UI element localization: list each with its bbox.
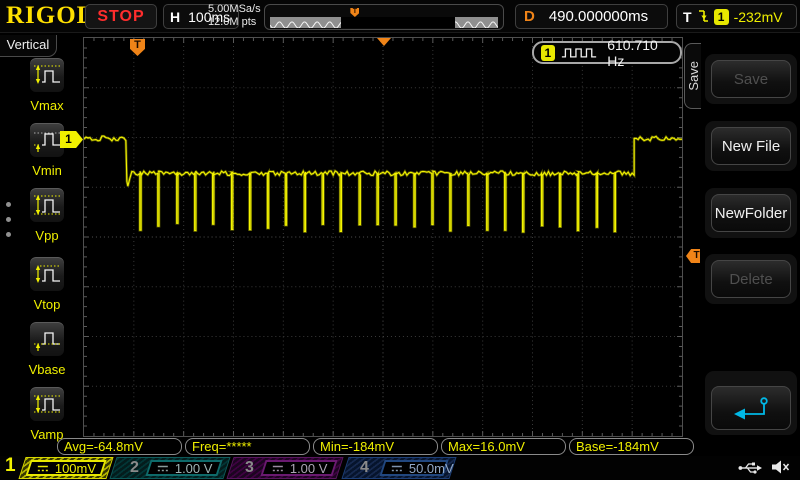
preview-screen-window [341, 17, 455, 28]
vmin-icon [32, 127, 62, 153]
ch4-scale-box: 50.0mV [379, 460, 448, 476]
dc-coupling-icon [157, 464, 169, 473]
vtop-icon [32, 261, 62, 287]
oscilloscope-graticule [84, 38, 682, 436]
ch1-level-marker[interactable]: 1 [60, 131, 83, 148]
dc-coupling-icon [272, 464, 284, 473]
ch1-number: 1 [5, 455, 16, 477]
trigger-position-triangle-icon[interactable] [377, 38, 391, 46]
save-button[interactable]: Save [711, 60, 791, 98]
vpp-icon [32, 192, 62, 218]
sample-rate: 5.00MSa/s [208, 3, 268, 16]
waveform-position-preview[interactable]: T [264, 4, 504, 30]
usb-icon [738, 460, 762, 475]
measure-label-vmax: Vmax [24, 98, 70, 113]
channel-1-status[interactable]: 100mV [18, 457, 113, 479]
save-menu-tab-label: Save [686, 61, 701, 91]
ch4-number: 4 [360, 459, 369, 477]
preview-memory-bar [270, 17, 498, 28]
measure-label-vpp: Vpp [24, 228, 70, 243]
vmax-icon [32, 62, 62, 88]
measurement-base: Base=-184mV [569, 438, 694, 455]
save-menu-panel: Save Save New File NewFolder Delete [700, 33, 800, 456]
measure-item-vpp[interactable] [29, 187, 65, 223]
ch3-number: 3 [245, 459, 254, 477]
freq-counter-value: 610.710 Hz [607, 37, 673, 69]
preview-trigger-flag-icon: T [350, 8, 359, 17]
ch1-scale-box: 100mV [25, 460, 106, 476]
measure-label-vbase: Vbase [24, 362, 70, 377]
measure-item-vbase[interactable] [29, 321, 65, 357]
frequency-counter: 1 610.710 Hz [532, 41, 682, 64]
memory-depth: 12.0M pts [208, 16, 268, 29]
measure-item-vamp[interactable] [29, 386, 65, 422]
ch2-scale-box: 1.00 V [145, 460, 222, 476]
ch2-number: 2 [130, 459, 139, 477]
measure-item-vmax[interactable] [29, 57, 65, 93]
ch1-scale: 100mV [55, 461, 96, 476]
trigger-source-badge: 1 [714, 9, 729, 25]
page-dot [6, 217, 11, 222]
measurement-avg: Avg=-64.8mV [57, 438, 182, 455]
channel-4-status[interactable]: 4 50.0mV [341, 457, 456, 479]
measure-menu-panel: Vertical Vmax Vmin Vpp [0, 33, 58, 456]
measure-label-vmin: Vmin [24, 163, 70, 178]
measure-item-vmin[interactable] [29, 122, 65, 158]
measurement-freq: Freq=***** [185, 438, 310, 455]
back-button[interactable] [711, 386, 791, 430]
trigger-level-value: -232mV [734, 9, 783, 25]
page-dot [6, 202, 11, 207]
vbase-icon [32, 326, 62, 352]
run-stop-status[interactable]: STOP [85, 4, 157, 29]
new-file-button[interactable]: New File [711, 127, 791, 165]
ch3-scale: 1.00 V [290, 461, 328, 476]
brand-logo: RIGOL [6, 2, 94, 30]
measurement-min: Min=-184mV [313, 438, 438, 455]
top-status-bar: RIGOL STOP H 100ms 5.00MSa/s 12.0M pts T… [0, 0, 800, 33]
acquisition-info: 5.00MSa/s 12.0M pts [208, 3, 268, 29]
square-wave-icon [561, 45, 601, 60]
dc-coupling-icon [391, 464, 403, 473]
ch4-scale: 50.0mV [409, 461, 454, 476]
measure-item-vtop[interactable] [29, 256, 65, 292]
delay-value: 490.000000ms [549, 8, 648, 25]
speaker-muted-icon [770, 459, 790, 475]
delay-label: D [524, 8, 535, 25]
vamp-icon [32, 391, 62, 417]
channel-status-bar: 1 100mV 2 1.00 V 3 [0, 456, 800, 480]
measurement-max: Max=16.0mV [441, 438, 566, 455]
ch3-scale-box: 1.00 V [260, 460, 337, 476]
ch2-scale: 1.00 V [175, 461, 213, 476]
trigger-label: T [683, 9, 692, 25]
waveform-display-grid [83, 37, 683, 437]
page-dot [6, 232, 11, 237]
freq-counter-channel-badge: 1 [541, 45, 555, 61]
delete-button[interactable]: Delete [711, 260, 791, 298]
falling-edge-icon [697, 8, 709, 25]
save-menu-tab: Save [684, 43, 701, 109]
system-status-icons [738, 459, 790, 475]
h-label: H [170, 9, 180, 25]
trigger-status-box[interactable]: T 1 -232mV [676, 4, 797, 29]
channel-2-status[interactable]: 2 1.00 V [109, 457, 230, 479]
dc-coupling-icon [37, 464, 49, 473]
trigger-delay-box[interactable]: D 490.000000ms [515, 4, 668, 29]
measure-label-vtop: Vtop [24, 297, 70, 312]
new-folder-button[interactable]: NewFolder [711, 194, 791, 232]
return-arrow-icon [731, 395, 771, 422]
channel-3-status[interactable]: 3 1.00 V [226, 457, 343, 479]
measure-menu-title: Vertical [0, 35, 57, 57]
